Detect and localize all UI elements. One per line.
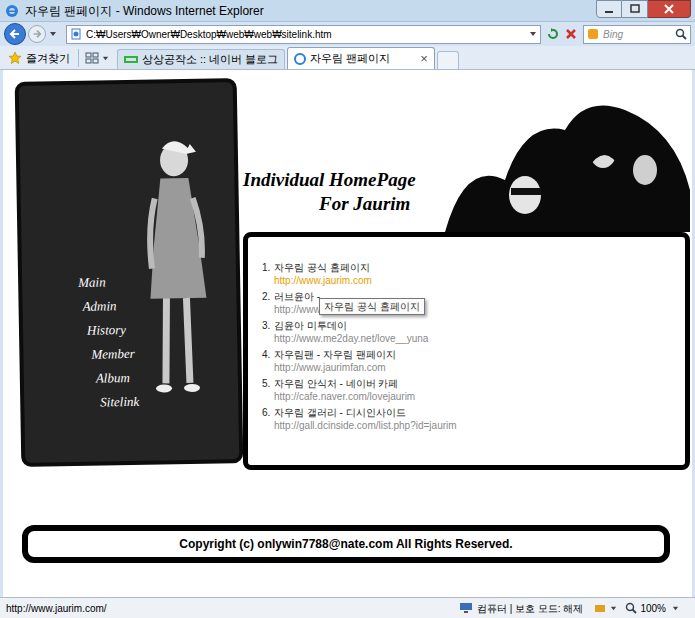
menu-item[interactable]: Member bbox=[91, 340, 237, 367]
close-icon bbox=[664, 4, 674, 14]
model-photo bbox=[138, 138, 218, 409]
copyright-text: Copyright (c) onlywin7788@nate.com All R… bbox=[179, 535, 512, 553]
history-dropdown-icon[interactable] bbox=[49, 30, 57, 38]
quick-tabs-button[interactable] bbox=[79, 47, 115, 69]
favorites-button[interactable]: 즐겨찾기 bbox=[0, 47, 78, 69]
close-button[interactable] bbox=[648, 0, 691, 18]
favorites-star-icon bbox=[8, 51, 22, 65]
navigation-bar: C:₩Users₩Owner₩Desktop₩web₩web₩sitelink.… bbox=[0, 22, 695, 46]
dropdown-icon[interactable] bbox=[672, 605, 679, 612]
heading-line: Individual HomePage bbox=[243, 168, 443, 192]
tab-label: 자우림 팬페이지 bbox=[310, 50, 390, 67]
favorites-label: 즐겨찾기 bbox=[26, 50, 70, 67]
link-item: 6.자우림 갤러리 - 디시인사이드http://gall.dcinside.c… bbox=[262, 406, 677, 432]
link-title: 김윤아 미투데이 bbox=[274, 319, 428, 332]
security-zone[interactable]: 컴퓨터 | 보호 모드: 해제 bbox=[477, 601, 584, 616]
search-field[interactable] bbox=[583, 25, 691, 44]
search-input[interactable] bbox=[603, 27, 663, 42]
bing-logo-icon bbox=[587, 28, 599, 40]
menu-item[interactable]: Album bbox=[96, 364, 238, 390]
maximize-button[interactable] bbox=[622, 0, 648, 18]
menu-item[interactable]: Main bbox=[78, 268, 236, 295]
address-field[interactable]: C:₩Users₩Owner₩Desktop₩web₩web₩sitelink.… bbox=[66, 25, 541, 44]
stop-icon[interactable] bbox=[565, 28, 577, 40]
zoom-level[interactable]: 100% bbox=[640, 601, 666, 616]
refresh-icon[interactable] bbox=[546, 27, 560, 41]
heading-line: For Jaurim bbox=[319, 192, 443, 216]
protected-mode-icon[interactable] bbox=[593, 602, 607, 614]
browser-tab[interactable]: 상상공작소 :: 네이버 블로그 bbox=[117, 49, 285, 69]
title-bar: 자우림 팬페이지 - Windows Internet Explorer bbox=[0, 0, 695, 22]
link-number: 4. bbox=[262, 348, 274, 361]
forward-button[interactable] bbox=[28, 25, 46, 43]
tab-close-button[interactable]: × bbox=[420, 52, 428, 65]
favorites-bar: 즐겨찾기 상상공작소 :: 네이버 블로그 자우림 팬페이지 × bbox=[0, 46, 695, 70]
dropdown-icon[interactable] bbox=[610, 605, 617, 612]
link-url[interactable]: http://www.jaurimfan.com bbox=[274, 361, 396, 374]
zoom-icon bbox=[625, 602, 637, 614]
search-magnifier-icon[interactable] bbox=[675, 28, 687, 40]
link-url[interactable]: http://www.jaurim.com bbox=[274, 274, 372, 287]
link-item: 3.김윤아 미투데이http://www.me2day.net/love__yu… bbox=[262, 319, 677, 345]
link-url[interactable]: http://cafe.naver.com/lovejaurim bbox=[274, 390, 415, 403]
link-number: 6. bbox=[262, 406, 274, 419]
tab-list-dropdown-icon[interactable] bbox=[102, 55, 109, 62]
link-number: 3. bbox=[262, 319, 274, 332]
ie-page-icon bbox=[294, 53, 306, 65]
menu-item[interactable]: Admin bbox=[82, 292, 236, 319]
minimize-icon bbox=[604, 4, 614, 14]
link-title: 자우림 갤러리 - 디시인사이드 bbox=[274, 406, 457, 419]
link-item: 1.자우림 공식 홈페이지http://www.jaurim.com bbox=[262, 261, 677, 287]
link-url[interactable]: http://gall.dcinside.com/list.php?id=jau… bbox=[274, 419, 457, 432]
page-icon bbox=[70, 28, 82, 40]
link-number: 2. bbox=[262, 290, 274, 303]
quick-tabs-icon bbox=[85, 52, 99, 64]
tooltip: 자우림 공식 홈페이지 bbox=[319, 298, 425, 315]
link-item: 5.자우림 안식처 - 네이버 카페http://cafe.naver.com/… bbox=[262, 377, 677, 403]
menu-item[interactable]: Sitelink bbox=[100, 388, 238, 414]
maximize-icon bbox=[630, 4, 640, 14]
address-dropdown-icon[interactable] bbox=[529, 30, 537, 38]
content-area: MainAdminHistoryMemberAlbumSitelink Indi… bbox=[0, 70, 695, 597]
forward-arrow-icon bbox=[32, 29, 42, 39]
status-url: http://www.jaurim.com/ bbox=[6, 601, 107, 616]
minimize-button[interactable] bbox=[596, 0, 622, 18]
address-text: C:₩Users₩Owner₩Desktop₩web₩web₩sitelink.… bbox=[86, 27, 332, 42]
computer-zone-icon bbox=[459, 602, 473, 614]
link-number: 1. bbox=[262, 261, 274, 274]
link-list-box: 1.자우림 공식 홈페이지http://www.jaurim.com2.러브윤아… bbox=[243, 232, 690, 470]
new-tab-button[interactable] bbox=[437, 51, 459, 69]
back-arrow-icon bbox=[9, 28, 21, 40]
ie-logo-icon bbox=[5, 4, 19, 18]
footer: Copyright (c) onlywin7788@nate.com All R… bbox=[22, 525, 670, 563]
menu-panel: MainAdminHistoryMemberAlbumSitelink bbox=[15, 78, 244, 467]
window-title: 자우림 팬페이지 - Windows Internet Explorer bbox=[25, 2, 264, 20]
back-button[interactable] bbox=[4, 23, 26, 45]
link-number: 5. bbox=[262, 377, 274, 390]
link-title: 자우림팬 - 자우림 팬페이지 bbox=[274, 348, 396, 361]
band-photo bbox=[445, 100, 690, 232]
menu-item[interactable]: History bbox=[87, 316, 237, 343]
link-item: 4.자우림팬 - 자우림 팬페이지http://www.jaurimfan.co… bbox=[262, 348, 677, 374]
link-url[interactable]: http://www.me2day.net/love__yuna bbox=[274, 332, 428, 345]
link-title: 자우림 안식처 - 네이버 카페 bbox=[274, 377, 415, 390]
link-title: 자우림 공식 홈페이지 bbox=[274, 261, 372, 274]
status-bar: http://www.jaurim.com/ 컴퓨터 | 보호 모드: 해제 1… bbox=[0, 597, 695, 618]
blog-favicon-icon bbox=[124, 56, 138, 63]
tab-label: 상상공작소 :: 네이버 블로그 bbox=[142, 51, 278, 68]
browser-tab[interactable]: 자우림 팬페이지 × bbox=[287, 47, 435, 69]
